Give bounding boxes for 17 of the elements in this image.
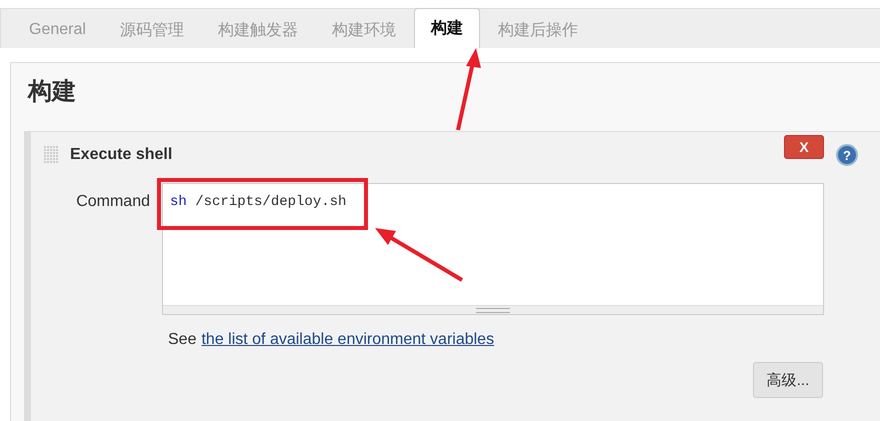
tab[interactable]: 构建后操作: [482, 12, 594, 48]
command-field[interactable]: sh /scripts/deploy.sh: [162, 183, 824, 315]
delete-button[interactable]: X: [784, 135, 824, 159]
help-text: See: [168, 331, 196, 349]
help-icon[interactable]: ?: [836, 144, 858, 166]
advanced-button[interactable]: 高级...: [753, 362, 823, 398]
tab[interactable]: 构建: [414, 8, 480, 48]
field-label: Command: [75, 192, 151, 212]
tab[interactable]: 构建环境: [316, 12, 412, 48]
drag-handle-icon[interactable]: [44, 146, 60, 164]
section-heading: 构建: [26, 77, 76, 107]
resize-handle[interactable]: [163, 305, 823, 314]
env-variables-link[interactable]: the list of available environment variables: [201, 331, 494, 349]
step-title: Execute shell: [70, 146, 172, 164]
tab[interactable]: 源码管理: [104, 12, 200, 48]
tab[interactable]: General: [13, 12, 102, 48]
tab[interactable]: 构建触发器: [202, 12, 314, 48]
